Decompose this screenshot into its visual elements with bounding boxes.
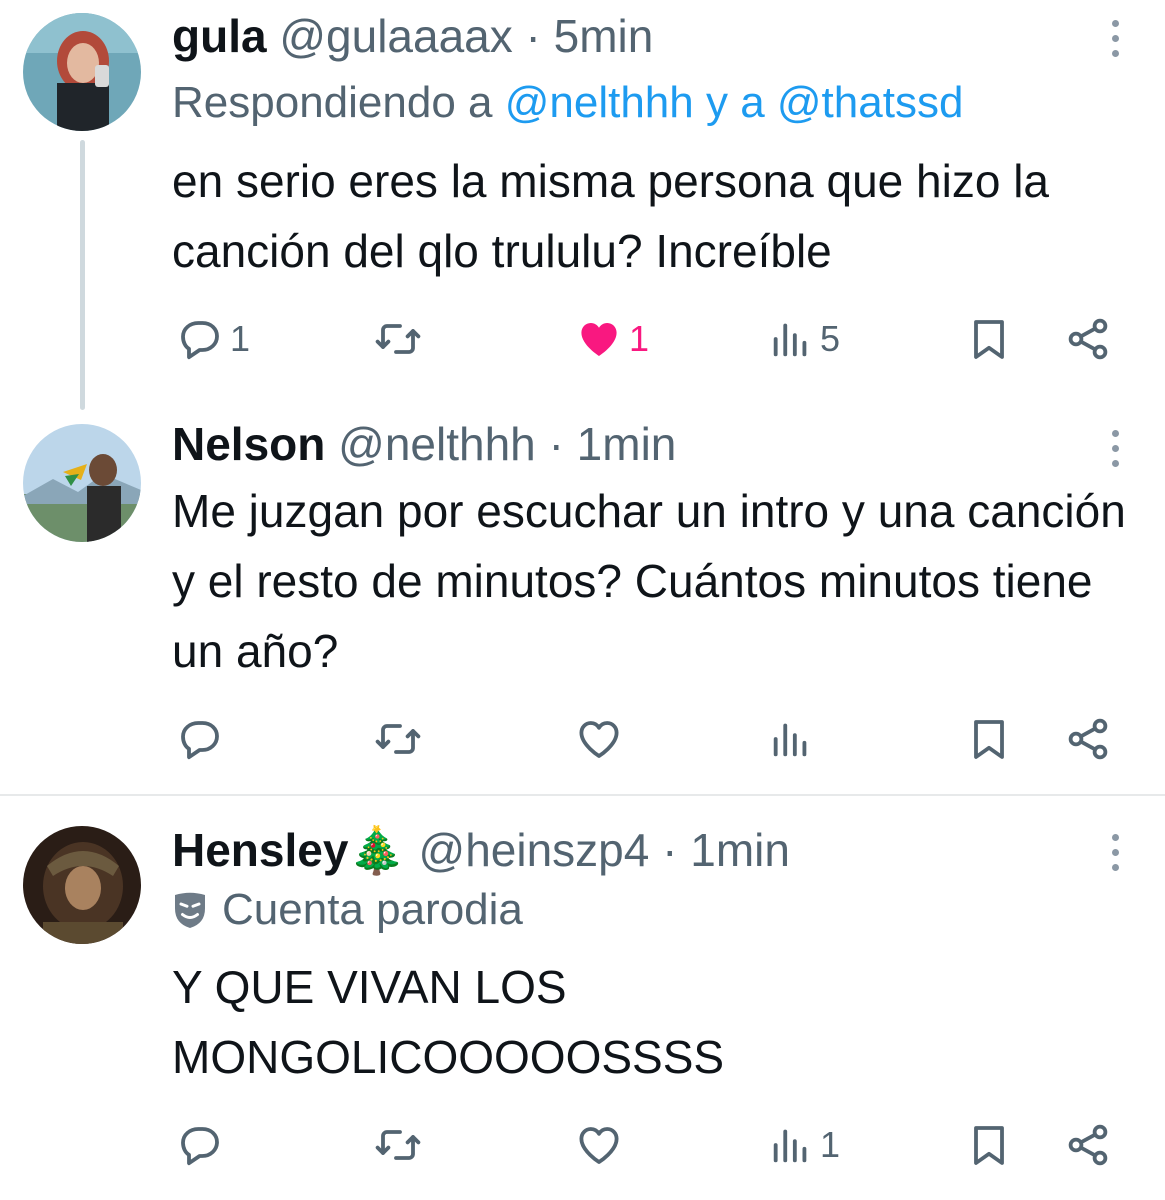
avatar[interactable] (23, 826, 141, 944)
replying-prefix: Respondiendo a (172, 78, 493, 127)
share-button[interactable] (1064, 714, 1112, 764)
bookmark-icon (965, 715, 1013, 763)
views-icon (768, 315, 814, 363)
heart-icon (575, 315, 623, 363)
timestamp[interactable]: 1min (690, 824, 790, 876)
tweet-header: Hensley🎄 @heinszp4 · 1min (172, 822, 790, 878)
tweet-header: Nelson @nelthhh · 1min (172, 416, 676, 472)
share-icon (1064, 315, 1112, 363)
reply-icon (176, 715, 224, 763)
bookmark-button[interactable] (965, 314, 1013, 364)
like-button[interactable] (575, 1120, 629, 1170)
user-handle[interactable]: @heinszp4 (419, 824, 650, 876)
tweet-header: gula @gulaaaax · 5min (172, 8, 653, 64)
retweet-icon (372, 1121, 424, 1169)
bookmark-icon (965, 1121, 1013, 1169)
more-icon[interactable] (1109, 20, 1121, 64)
display-name[interactable]: Nelson (172, 418, 325, 470)
views-count: 5 (820, 318, 841, 359)
retweet-button[interactable] (372, 314, 424, 364)
like-button[interactable]: 1 (575, 314, 649, 364)
share-button[interactable] (1064, 314, 1112, 364)
timestamp[interactable]: 5min (554, 10, 654, 62)
tweet-text: Me juzgan por escuchar un intro y una ca… (172, 485, 1126, 677)
bookmark-icon (965, 315, 1013, 363)
heart-icon (575, 715, 623, 763)
reply-button[interactable] (176, 1120, 230, 1170)
more-icon[interactable] (1109, 834, 1121, 878)
tweet-text: en serio eres la misma persona que hizo … (172, 155, 1050, 277)
more-icon[interactable] (1109, 430, 1121, 474)
avatar[interactable] (23, 13, 141, 131)
like-count: 1 (629, 318, 650, 359)
views-button[interactable]: 1 (768, 1120, 840, 1170)
parody-mask-icon (175, 892, 205, 928)
timestamp[interactable]: 1min (577, 418, 677, 470)
reply-icon (176, 315, 224, 363)
user-handle[interactable]: @gulaaaax (279, 10, 512, 62)
parody-label: Cuenta parodia (222, 885, 523, 934)
separator: · (525, 10, 541, 62)
display-name[interactable]: Hensley🎄 (172, 824, 406, 876)
views-button[interactable]: 5 (768, 314, 840, 364)
display-name[interactable]: gula (172, 10, 267, 62)
views-count: 1 (820, 1124, 841, 1165)
views-icon (768, 715, 814, 763)
share-icon (1064, 715, 1112, 763)
parody-badge: Cuenta parodia (172, 882, 523, 938)
retweet-icon (372, 315, 424, 363)
tweet-divider (0, 794, 1165, 796)
retweet-icon (372, 715, 424, 763)
heart-icon (575, 1121, 623, 1169)
retweet-button[interactable] (372, 1120, 424, 1170)
separator: · (548, 418, 564, 470)
separator: · (662, 824, 678, 876)
share-icon (1064, 1121, 1112, 1169)
reply-button[interactable] (176, 714, 230, 764)
reply-button[interactable]: 1 (176, 314, 250, 364)
share-button[interactable] (1064, 1120, 1112, 1170)
user-handle[interactable]: @nelthhh (338, 418, 536, 470)
tweet-text: Y QUE VIVAN LOS MONGOLICOOOOOSSSS (172, 961, 725, 1083)
retweet-button[interactable] (372, 714, 424, 764)
mention-links[interactable]: @nelthhh y a @thatssd (505, 78, 964, 127)
thread-line (80, 140, 85, 410)
avatar[interactable] (23, 424, 141, 542)
reply-icon (176, 1121, 224, 1169)
views-button[interactable] (768, 714, 820, 764)
bookmark-button[interactable] (965, 714, 1013, 764)
like-button[interactable] (575, 714, 629, 764)
replying-to: Respondiendo a @nelthhh y a @thatssd (172, 76, 963, 130)
views-icon (768, 1121, 814, 1169)
reply-count: 1 (230, 318, 251, 359)
bookmark-button[interactable] (965, 1120, 1013, 1170)
